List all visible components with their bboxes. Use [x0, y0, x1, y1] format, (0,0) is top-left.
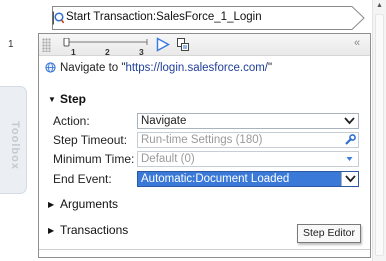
wrench-icon[interactable] — [341, 133, 358, 147]
step-editor-tooltip: Step Editor — [297, 224, 361, 243]
action-select[interactable]: Navigate — [137, 113, 359, 129]
summary-suffix: " — [268, 62, 273, 74]
timeline-tick: 3 — [139, 47, 144, 57]
step-toolbar: 1 2 3 « — [39, 34, 370, 57]
transactions-label: Transactions — [60, 223, 129, 237]
dropdown-arrow-icon[interactable] — [341, 152, 358, 166]
toolbox-label: Toolbox — [9, 121, 21, 170]
triangle-right-icon: ▶ — [48, 200, 55, 209]
timeline-tick: 1 — [71, 47, 76, 57]
scroll-thumb[interactable] — [375, 14, 384, 256]
toolbox-tab[interactable]: Toolbox — [0, 86, 27, 194]
step-section-title: Step — [60, 92, 87, 106]
replay-timeline[interactable]: 1 2 3 — [63, 38, 149, 57]
dropdown-arrow-icon[interactable] — [341, 172, 358, 186]
vertical-scrollbar[interactable]: ▲ — [372, 0, 386, 261]
minimum-time-value: Default (0) — [141, 153, 195, 165]
step-number: 1 — [8, 39, 14, 50]
scroll-up-arrow-icon[interactable]: ▲ — [373, 0, 386, 12]
dropdown-arrow-icon[interactable] — [341, 114, 358, 128]
action-label: Action: — [53, 114, 90, 128]
action-value: Navigate — [141, 115, 187, 127]
step-section-toggle[interactable]: ▼ Step — [48, 92, 86, 106]
timeline-tick: 2 — [105, 47, 110, 57]
end-event-label: End Event: — [53, 172, 112, 186]
minimum-time-label: Minimum Time: — [53, 152, 135, 166]
arguments-section-toggle[interactable]: ▶ Arguments — [48, 197, 118, 211]
summary-prefix: Navigate to " — [60, 62, 126, 74]
step-timeout-value: Run-time Settings (180) — [141, 134, 263, 146]
transactions-section-toggle[interactable]: ▶ Transactions — [48, 223, 128, 237]
transaction-banner[interactable]: Start Transaction:SalesForce_1_Login — [52, 6, 365, 30]
step-summary: Navigate to "https://login.salesforce.co… — [45, 62, 272, 76]
drag-grip-icon[interactable] — [42, 38, 51, 52]
divider — [39, 249, 370, 250]
step-card[interactable]: 1 2 3 « Navigate to "https://login.sales… — [38, 33, 371, 258]
snapshot-icon[interactable] — [177, 38, 190, 55]
collapse-icon[interactable]: « — [354, 37, 360, 49]
step-timeout-label: Step Timeout: — [53, 133, 128, 147]
play-icon[interactable] — [156, 37, 171, 55]
step-timeout-field[interactable]: Run-time Settings (180) — [137, 132, 359, 148]
end-event-select[interactable]: Automatic:Document Loaded — [137, 171, 359, 187]
transaction-label: Start Transaction:SalesForce_1_Login — [66, 11, 262, 23]
triangle-right-icon: ▶ — [48, 226, 55, 235]
end-event-value: Automatic:Document Loaded — [141, 173, 290, 185]
summary-url[interactable]: https://login.salesforce.com/ — [125, 62, 268, 74]
minimum-time-select[interactable]: Default (0) — [137, 151, 359, 167]
globe-icon — [45, 62, 56, 76]
triangle-down-icon: ▼ — [48, 95, 56, 104]
arguments-label: Arguments — [60, 197, 119, 211]
